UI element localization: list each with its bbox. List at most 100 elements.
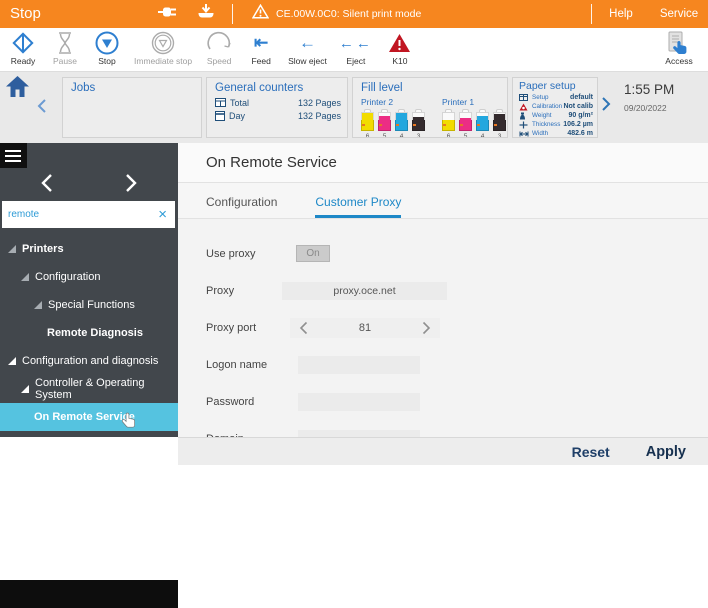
use-proxy-label: Use proxy	[206, 248, 296, 260]
expander-triangle-icon[interactable]	[8, 245, 16, 253]
tab-configuration[interactable]: Configuration	[206, 195, 277, 218]
paper-setup-label: Thickness	[532, 121, 563, 128]
sidebar-item-configuration[interactable]: Configuration	[0, 263, 178, 291]
toolbar-button-speed[interactable]: Speed	[198, 30, 240, 66]
service-button[interactable]: Service	[650, 8, 708, 20]
paper-setup-value: Not calib	[563, 103, 593, 111]
top-status-bar: Stop CE.00W.0C0: Silent print mode Help …	[0, 0, 708, 28]
plug-icon	[158, 5, 180, 24]
printer-fill-group: Printer 2 6 5 4 3	[361, 97, 425, 138]
use-proxy-toggle[interactable]: On	[296, 245, 330, 262]
stepper-increase-icon[interactable]	[413, 321, 440, 335]
toolbar-button-access[interactable]: Access	[658, 30, 700, 66]
printer-fill-group: Printer 1 6 5 4 3	[442, 97, 506, 138]
jobs-panel[interactable]: Jobs	[62, 77, 202, 138]
toolbar-button-label: Immediate stop	[134, 56, 192, 66]
logon-name-field[interactable]	[298, 356, 420, 374]
clock-time: 1:55 PM	[624, 82, 674, 97]
stepper-decrease-icon[interactable]	[290, 321, 317, 335]
fill-level-title: Fill level	[361, 82, 507, 95]
toolbar-button-label: K10	[385, 56, 415, 66]
home-icon[interactable]	[5, 75, 30, 103]
nav-forward-icon[interactable]	[125, 173, 138, 198]
toolbar-button-feed[interactable]: ⇤ Feed	[240, 30, 282, 66]
day-counter-icon	[215, 111, 225, 121]
sidebar-item-controller-operating-system[interactable]: Controller & Operating System	[0, 375, 178, 403]
toolbar-button-eject[interactable]: ←← Eject	[333, 30, 379, 66]
toolbar-button-pause[interactable]: Pause	[44, 30, 86, 66]
printer-status-label: Stop	[10, 5, 41, 22]
slow-eject-icon: ←	[288, 30, 327, 56]
tab-customer-proxy[interactable]: Customer Proxy	[315, 195, 401, 218]
general-counters-panel[interactable]: General counters Total 132 Pages Day 132…	[206, 77, 348, 138]
page-title: On Remote Service	[206, 154, 337, 171]
sidebar-item-printers[interactable]: Printers	[0, 235, 178, 263]
calibration-icon	[519, 103, 529, 111]
toolbar-button-k10[interactable]: K10	[379, 30, 421, 66]
apply-button[interactable]: Apply	[646, 444, 686, 460]
footer-actions: Reset Apply	[178, 437, 708, 465]
nav-back-icon[interactable]	[40, 173, 53, 198]
eject-icon: ←←	[339, 30, 373, 56]
ink-slot-number: 6	[361, 133, 374, 138]
ink-bottles: 6 5 4 3	[361, 109, 425, 138]
paper-setup-value: 482.6 m	[567, 130, 593, 138]
counter-value: 132 Pages	[298, 98, 341, 108]
sidebar-nav-list: Printers Configuration Special Functions…	[0, 235, 178, 431]
ink-slot-number: 6	[442, 133, 455, 138]
feed-icon: ⇤	[246, 30, 276, 56]
help-button[interactable]: Help	[592, 8, 650, 20]
expander-triangle-icon[interactable]	[34, 301, 42, 309]
password-field[interactable]	[298, 393, 420, 411]
proxy-settings-form: Use proxy On Proxy proxy.oce.net Proxy p…	[178, 219, 708, 457]
logon-name-label: Logon name	[206, 359, 296, 371]
paper-setup-panel[interactable]: Paper setup Setup default Calibration No…	[512, 77, 598, 138]
menu-hamburger-icon[interactable]	[0, 143, 27, 168]
clear-search-icon[interactable]: ×	[158, 207, 167, 222]
k10-warning-icon	[385, 30, 415, 56]
ink-slot-number: 5	[378, 133, 391, 138]
sidebar-item-remote-diagnosis[interactable]: Remote Diagnosis	[0, 319, 178, 347]
strip-scroll-left-icon[interactable]	[37, 98, 47, 119]
ink-slot-number: 4	[395, 133, 408, 138]
ink-bottle-black: 3	[493, 109, 506, 138]
toolbar-button-ready[interactable]: Ready	[2, 30, 44, 66]
proxy-field[interactable]: proxy.oce.net	[282, 282, 447, 300]
paper-setup-row: Setup default	[519, 94, 593, 102]
expander-triangle-icon[interactable]	[21, 273, 29, 281]
sidebar-item-on-remote-service[interactable]: On Remote Service	[0, 403, 178, 431]
topbar-divider	[591, 4, 592, 24]
sidebar-footer-bar	[0, 580, 178, 608]
sidebar-item-label: Configuration and diagnosis	[22, 355, 158, 367]
ink-bottle-cyan: 4	[476, 109, 489, 138]
clock-date: 09/20/2022	[624, 103, 674, 113]
toolbar-button-immediate-stop[interactable]: Immediate stop	[128, 30, 198, 66]
paper-setup-value: 106.2 µm	[563, 121, 593, 129]
toolbar-button-label: Stop	[92, 56, 122, 66]
sidebar-item-special-functions[interactable]: Special Functions	[0, 291, 178, 319]
sidebar-item-label: On Remote Service	[34, 411, 135, 423]
proxy-port-value[interactable]: 81	[359, 322, 371, 334]
toolbar-button-label: Eject	[339, 56, 373, 66]
reset-button[interactable]: Reset	[572, 444, 610, 460]
paper-setup-value: default	[570, 94, 593, 102]
jobs-panel-title: Jobs	[71, 82, 201, 95]
strip-scroll-right-icon[interactable]	[601, 96, 611, 117]
ink-bottle-black: 3	[412, 109, 425, 138]
fill-level-panel[interactable]: Fill level Printer 2 6 5 4 3 Printer 1	[352, 77, 508, 138]
paper-setup-row: Calibration Not calib	[519, 103, 593, 111]
setup-icon	[519, 94, 529, 101]
sidebar-item-configuration-and-diagnosis[interactable]: Configuration and diagnosis	[0, 347, 178, 375]
counter-value: 132 Pages	[298, 111, 341, 121]
expander-triangle-icon[interactable]	[8, 357, 16, 365]
printer-name: Printer 1	[442, 97, 506, 107]
topbar-divider	[232, 4, 233, 24]
toolbar-button-label: Speed	[204, 56, 234, 66]
toolbar-button-slow-eject[interactable]: ← Slow eject	[282, 30, 333, 66]
toolbar-button-stop[interactable]: Stop	[86, 30, 128, 66]
expander-triangle-icon[interactable]	[21, 385, 29, 393]
sidebar-item-label: Remote Diagnosis	[47, 327, 143, 339]
sidebar-item-label: Printers	[22, 243, 64, 255]
sidebar-item-label: Controller & Operating System	[35, 377, 178, 401]
search-input[interactable]	[2, 209, 158, 220]
